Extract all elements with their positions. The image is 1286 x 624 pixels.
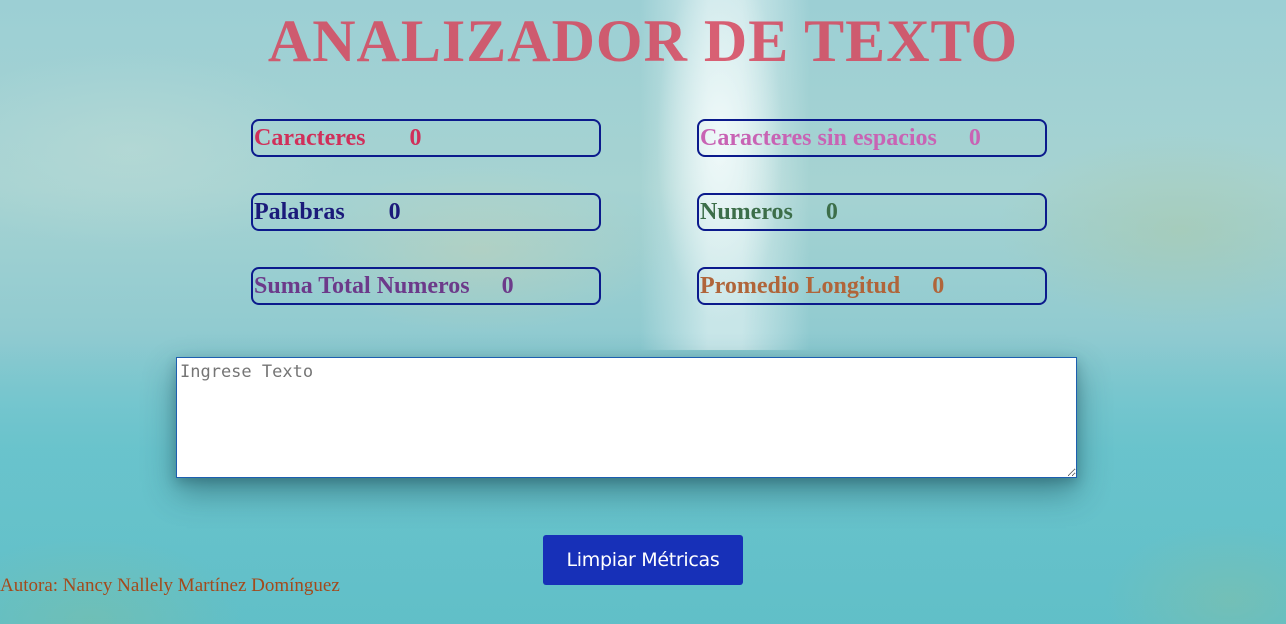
metric-value: 0 [388,198,401,225]
metric-label: Numeros [700,198,793,225]
metric-value: 0 [932,272,945,299]
metric-value: 0 [825,198,838,225]
metric-label: Promedio Longitud [700,272,901,299]
metric-value: 0 [409,124,422,151]
author-credit: Autora: Nancy Nallely Martínez Domínguez [0,575,340,596]
metric-promedio-longitud: Promedio Longitud 0 [697,267,1047,305]
clear-metrics-button[interactable]: Limpiar Métricas [543,535,743,585]
metric-suma-total-numeros: Suma Total Numeros 0 [251,267,601,305]
metric-numeros: Numeros 0 [697,193,1047,231]
metric-value: 0 [968,124,981,151]
page-title: ANALIZADOR DE TEXTO [267,8,1019,74]
text-input[interactable] [176,357,1077,478]
metric-label: Caracteres sin espacios [700,124,937,151]
metric-label: Palabras [254,198,345,225]
metric-label: Caracteres [254,124,366,151]
metric-value: 0 [501,272,514,299]
metric-label: Suma Total Numeros [254,272,470,299]
metric-caracteres: Caracteres 0 [251,119,601,157]
metric-caracteres-sin-espacios: Caracteres sin espacios 0 [697,119,1047,157]
metric-palabras: Palabras 0 [251,193,601,231]
